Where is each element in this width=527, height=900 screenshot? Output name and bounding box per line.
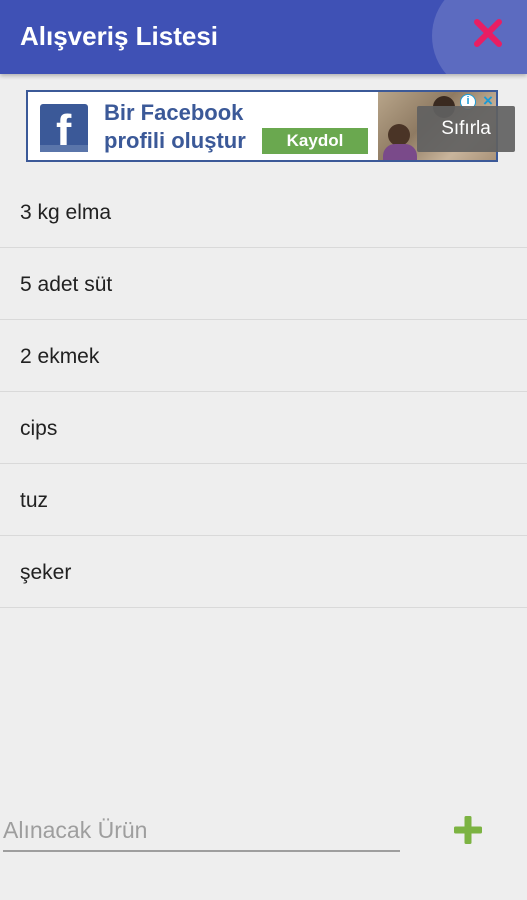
facebook-logo-icon: f — [40, 104, 88, 157]
list-item-label: tuz — [20, 489, 49, 512]
close-icon[interactable] — [472, 17, 504, 49]
app-title: Alışveriş Listesi — [20, 21, 218, 51]
list-item[interactable]: cips — [0, 392, 527, 464]
plus-icon[interactable] — [446, 808, 490, 852]
ad-subline: profili oluştur — [104, 128, 246, 153]
list-item[interactable]: tuz — [0, 464, 527, 536]
reset-tooltip: Sıfırla — [417, 106, 515, 152]
list-item-label: 2 ekmek — [20, 345, 100, 368]
ad-headline: Bir Facebook — [104, 100, 244, 125]
ad-signup-button[interactable]: Kaydol — [262, 128, 368, 154]
list-item-label: 5 adet süt — [20, 273, 113, 296]
shopping-list: 3 kg elma 5 adet süt 2 ekmek cips tuz şe… — [0, 176, 527, 608]
app-bar: Alışveriş Listesi — [0, 0, 527, 74]
product-input[interactable] — [3, 810, 400, 852]
list-item[interactable]: 5 adet süt — [0, 248, 527, 320]
list-item-label: 3 kg elma — [20, 201, 112, 224]
list-item[interactable]: şeker — [0, 536, 527, 608]
list-item-label: şeker — [20, 561, 72, 584]
ad-photo-person — [388, 124, 410, 146]
ad-photo-person-body — [383, 144, 417, 160]
list-item-label: cips — [20, 417, 58, 440]
list-item[interactable]: 3 kg elma — [0, 176, 527, 248]
list-item[interactable]: 2 ekmek — [0, 320, 527, 392]
